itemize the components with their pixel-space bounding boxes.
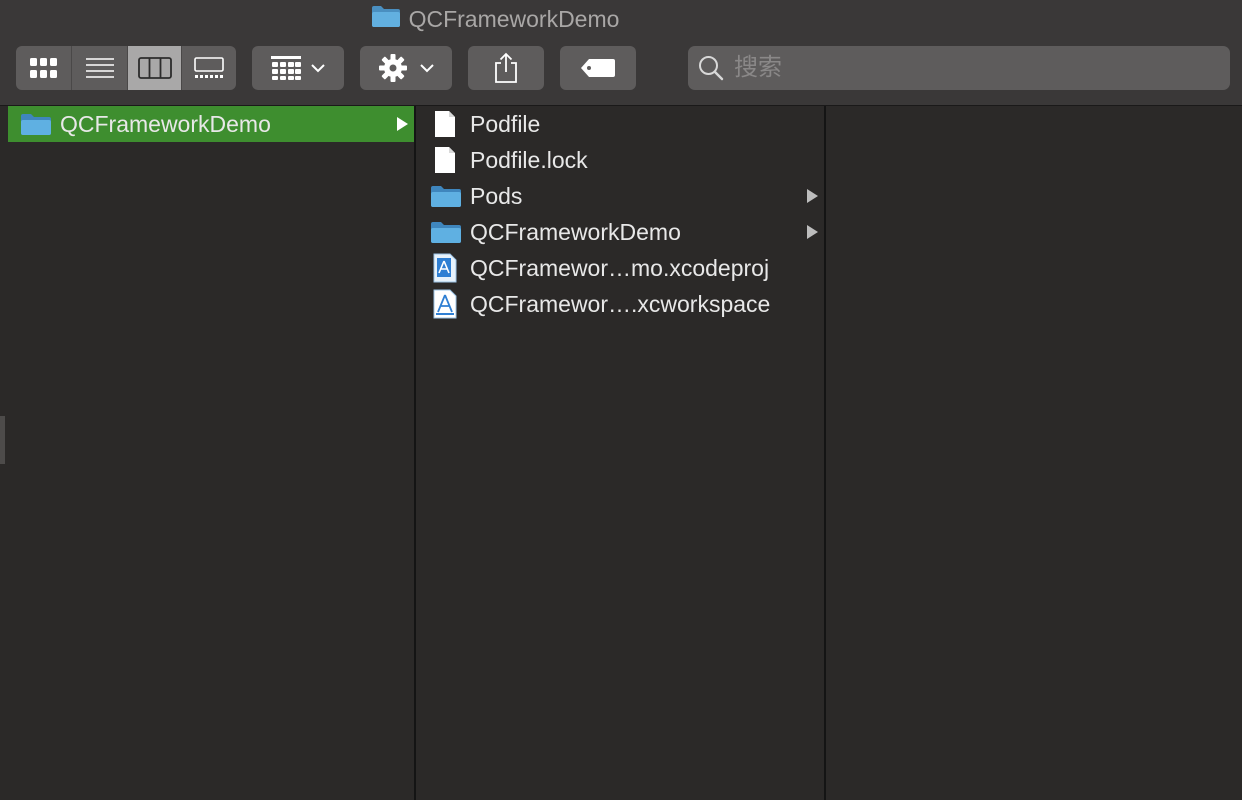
- list-item[interactable]: QCFrameworkDemo: [418, 214, 824, 250]
- folder-icon: [371, 4, 401, 34]
- disclosure-arrow-icon: [397, 117, 408, 131]
- window-toolbar: QCFrameworkDemo: [0, 0, 1242, 106]
- group-by-button[interactable]: [252, 46, 344, 90]
- view-mode-control[interactable]: [16, 46, 236, 90]
- gear-icon: [379, 54, 407, 82]
- list-item[interactable]: Podfile.lock: [418, 142, 824, 178]
- chevron-down-icon: [420, 64, 434, 73]
- action-menu-button[interactable]: [360, 46, 452, 90]
- gallery-view-icon: [194, 57, 224, 78]
- item-label: QCFramewor…mo.xcodeproj: [470, 254, 770, 281]
- item-label: QCFramewor….xcworkspace: [470, 290, 771, 317]
- item-label: QCFrameworkDemo: [60, 110, 271, 137]
- list-item[interactable]: QCFrameworkDemo: [8, 106, 414, 142]
- chevron-down-icon: [311, 64, 325, 73]
- list-item[interactable]: QCFramewor….xcworkspace: [418, 286, 824, 322]
- share-icon: [495, 52, 517, 83]
- browser-column-1: QCFrameworkDemo: [8, 106, 416, 800]
- window-title-bar: QCFrameworkDemo: [0, 5, 1242, 33]
- browser-column-3: [828, 106, 1242, 800]
- item-label: QCFrameworkDemo: [470, 218, 681, 245]
- column-view-icon: [137, 57, 172, 79]
- document-icon: [434, 146, 470, 174]
- folder-icon: [20, 112, 60, 136]
- sidebar-edge: [0, 106, 8, 800]
- list-item[interactable]: QCFramewor…mo.xcodeproj: [418, 250, 824, 286]
- column-view-button[interactable]: [128, 46, 182, 90]
- group-by-icon: [271, 56, 301, 80]
- list-item[interactable]: Podfile: [418, 106, 824, 142]
- list-view-button[interactable]: [72, 46, 128, 90]
- icon-view-icon: [29, 58, 57, 78]
- disclosure-arrow-icon: [807, 225, 818, 239]
- item-label: Podfile.lock: [470, 146, 588, 173]
- gallery-view-button[interactable]: [182, 46, 236, 90]
- resize-handle[interactable]: [0, 416, 5, 464]
- tag-button[interactable]: [560, 46, 636, 90]
- document-icon: [434, 110, 470, 138]
- xcode-project-icon: [433, 253, 470, 283]
- disclosure-arrow-icon: [807, 189, 818, 203]
- window-title: QCFrameworkDemo: [408, 5, 620, 32]
- search-field[interactable]: [688, 46, 1230, 90]
- search-icon: [699, 56, 724, 81]
- folder-icon: [430, 220, 470, 244]
- tag-icon: [581, 59, 615, 77]
- list-view-icon: [85, 58, 114, 78]
- search-input[interactable]: [734, 54, 1204, 82]
- icon-view-button[interactable]: [16, 46, 72, 90]
- folder-icon: [430, 184, 470, 208]
- item-label: Pods: [470, 182, 523, 209]
- list-item[interactable]: Pods: [418, 178, 824, 214]
- item-label: Podfile: [470, 110, 541, 137]
- browser-column-2: Podfile Podfile.lock Pods QCFrameworkDem…: [418, 106, 826, 800]
- share-button[interactable]: [468, 46, 544, 90]
- xcode-workspace-icon: [433, 289, 470, 319]
